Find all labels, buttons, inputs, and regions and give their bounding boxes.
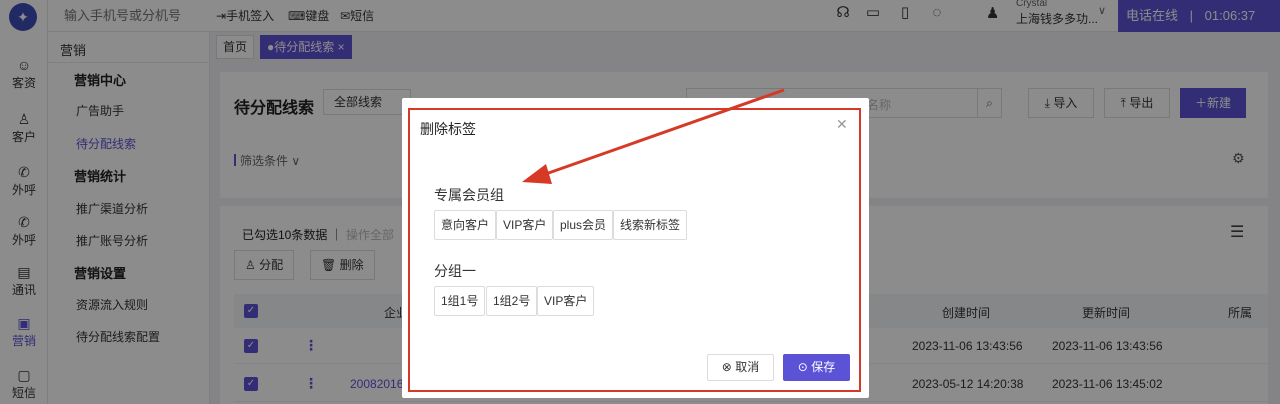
cancel-button[interactable]: ⊗ 取消 — [707, 354, 774, 381]
tag-group-title: 分组一 — [434, 263, 476, 279]
modal-title: 删除标签 — [420, 121, 476, 137]
save-label: 保存 — [811, 360, 836, 374]
tag-chip[interactable]: 线索新标签 — [613, 210, 688, 240]
tag-chip[interactable]: 1组1号 — [434, 286, 486, 316]
tag-group-title: 专属会员组 — [434, 187, 504, 203]
save-button[interactable]: ⊙ 保存 — [783, 354, 850, 381]
tag-chip[interactable]: plus会员 — [553, 210, 614, 240]
close-icon[interactable]: ✕ — [836, 116, 848, 133]
tag-chip[interactable]: 意向客户 — [434, 210, 497, 240]
delete-tag-modal — [402, 98, 869, 398]
tag-chip[interactable]: VIP客户 — [496, 210, 554, 240]
tag-chip[interactable]: VIP客户 — [537, 286, 595, 316]
cancel-label: 取消 — [735, 360, 760, 374]
tag-chip[interactable]: 1组2号 — [486, 286, 538, 316]
